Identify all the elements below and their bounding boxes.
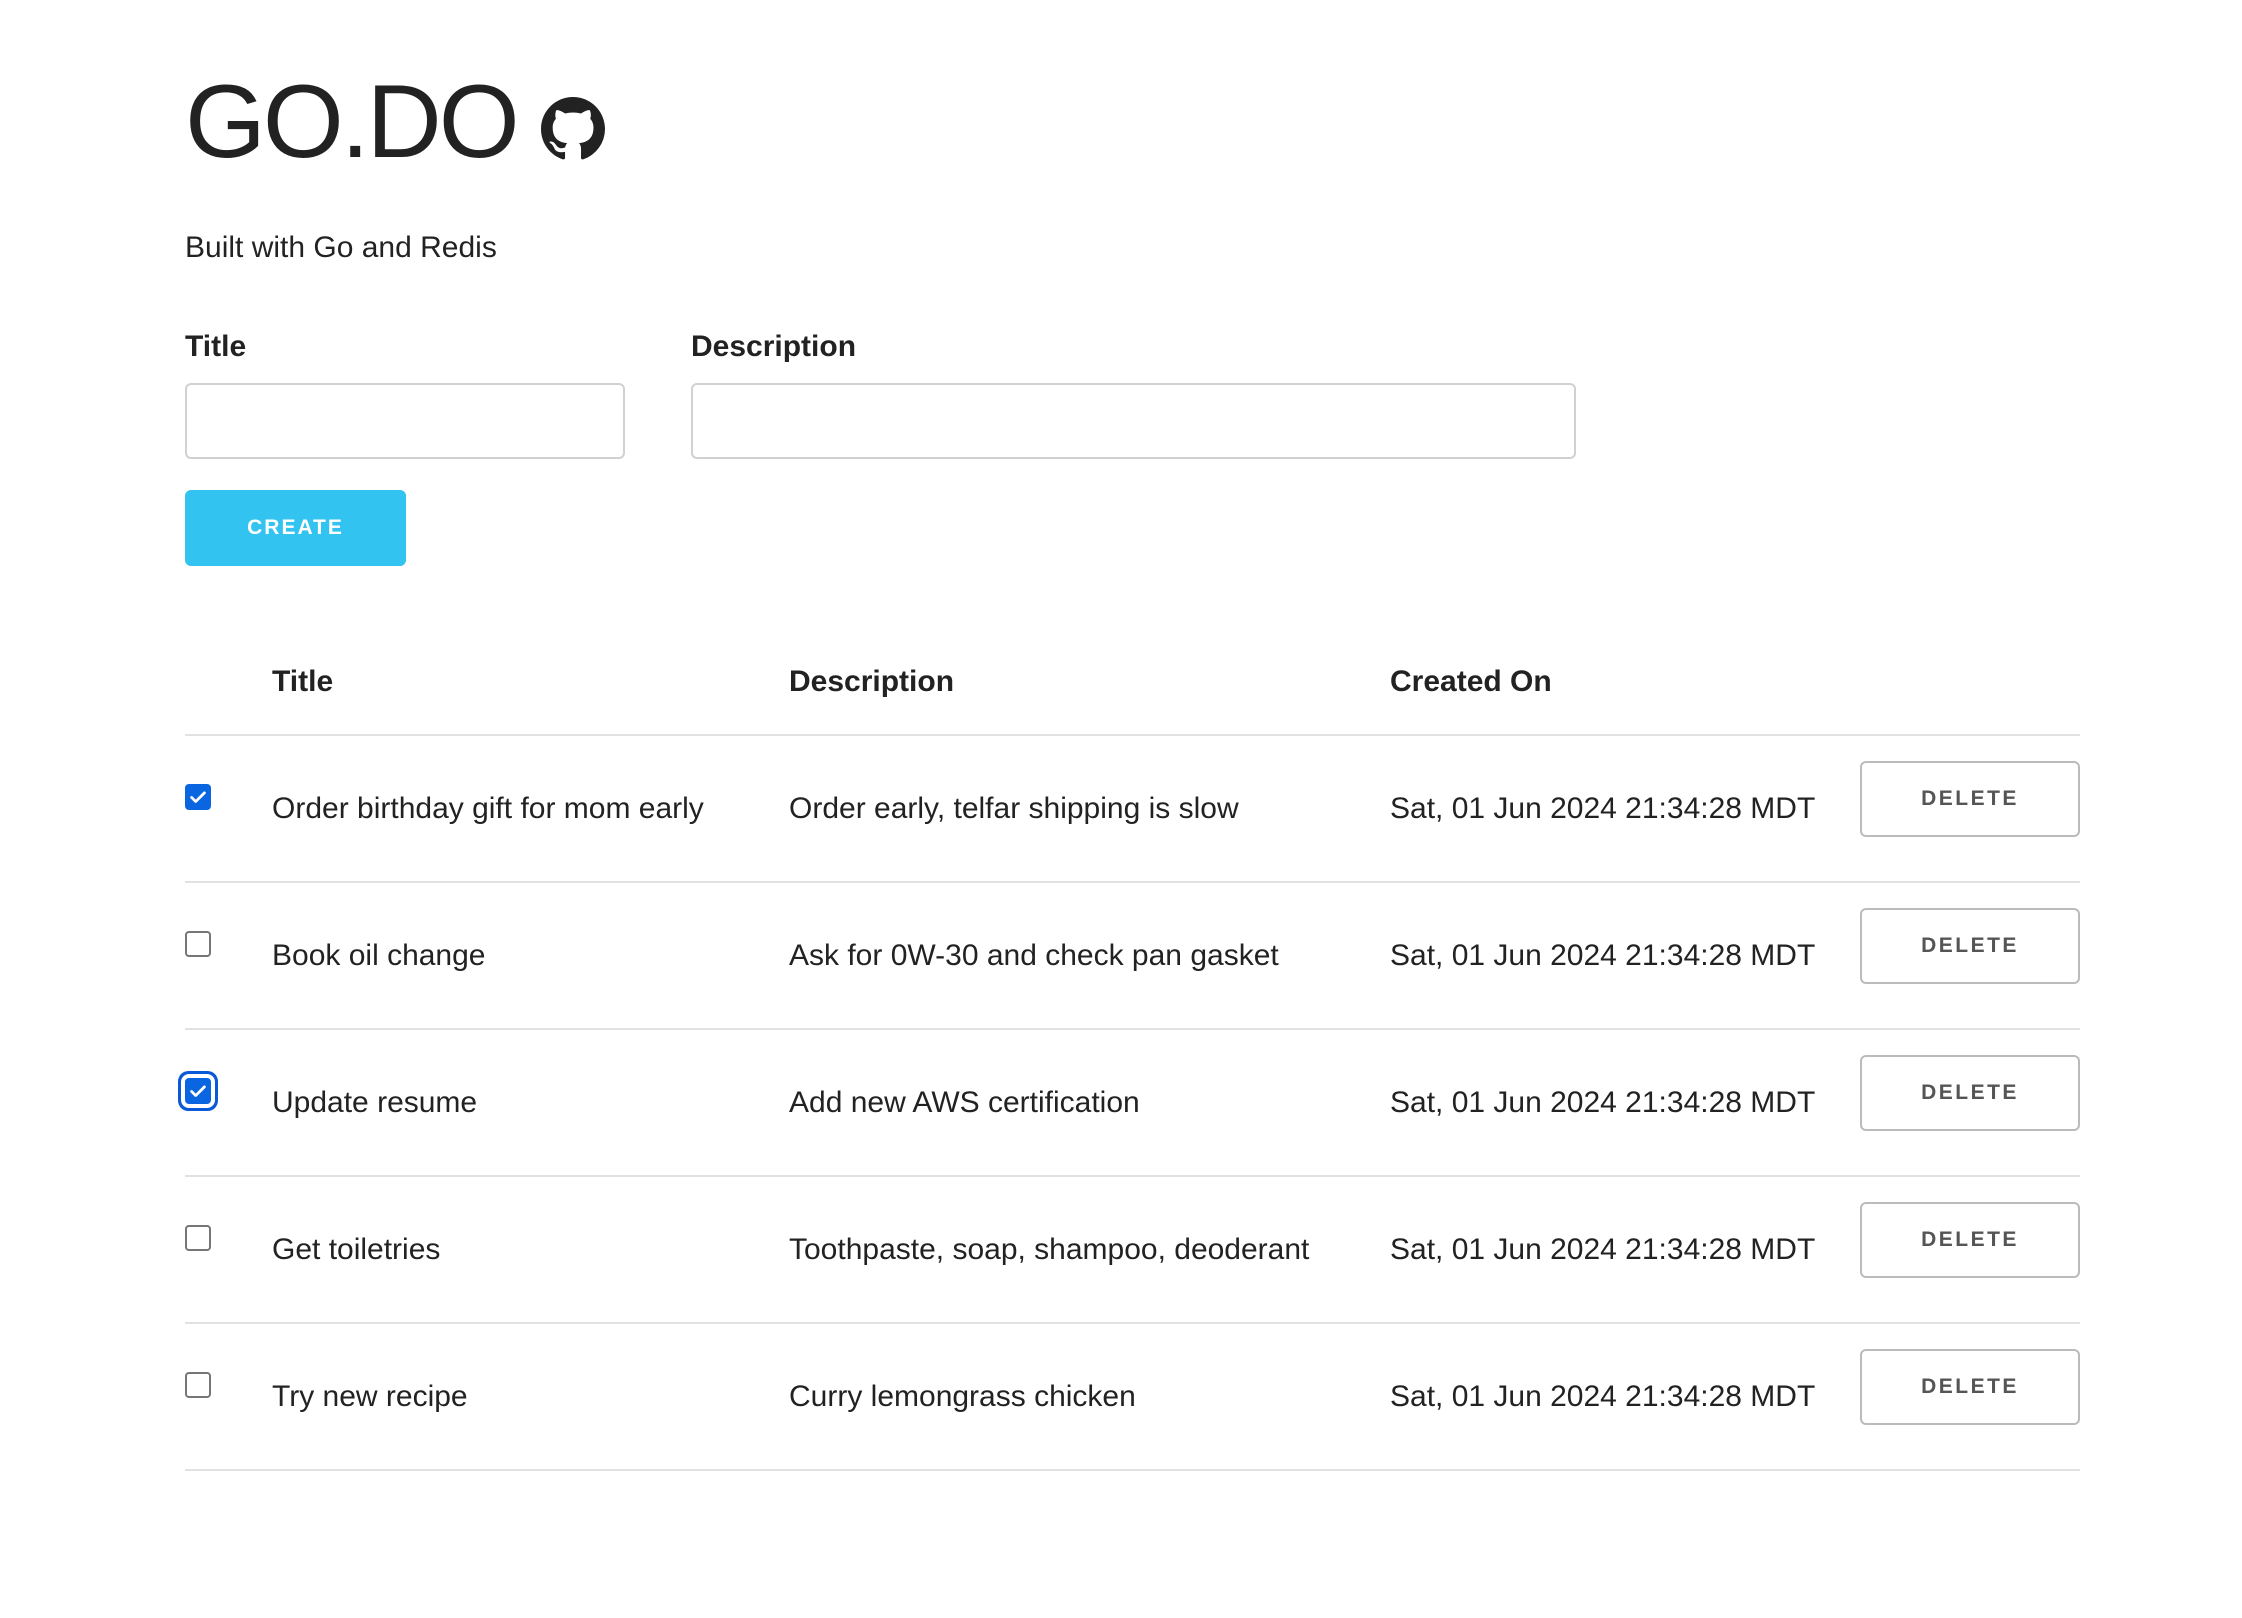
- todo-title: Order birthday gift for mom early: [272, 792, 704, 825]
- delete-button[interactable]: DELETE: [1860, 1055, 2080, 1131]
- column-header-description: Description: [789, 665, 955, 698]
- title-input[interactable]: [185, 383, 625, 459]
- todo-description: Ask for 0W-30 and check pan gasket: [789, 939, 1279, 972]
- todo-title: Book oil change: [272, 939, 486, 972]
- done-checkbox[interactable]: [185, 1078, 211, 1104]
- column-header-title: Title: [272, 665, 334, 698]
- app-title: GO.DO: [185, 64, 520, 180]
- todo-title: Get toiletries: [272, 1233, 441, 1266]
- done-checkbox[interactable]: [185, 1372, 211, 1398]
- delete-button[interactable]: DELETE: [1860, 1349, 2080, 1425]
- github-icon[interactable]: [540, 97, 605, 161]
- description-input[interactable]: [691, 383, 1576, 459]
- table-row: Get toiletries Toothpaste, soap, shampoo…: [185, 1177, 2080, 1324]
- todo-description: Add new AWS certification: [789, 1086, 1140, 1119]
- create-button[interactable]: CREATE: [185, 490, 406, 566]
- delete-button[interactable]: DELETE: [1860, 1202, 2080, 1278]
- todo-description: Curry lemongrass chicken: [789, 1380, 1136, 1413]
- app-header: GO.DO: [185, 70, 605, 174]
- table-header: Title Description Created On: [185, 655, 2080, 736]
- done-checkbox[interactable]: [185, 784, 211, 810]
- todo-title: Update resume: [272, 1086, 478, 1119]
- table-row: Try new recipe Curry lemongrass chicken …: [185, 1324, 2080, 1471]
- delete-button[interactable]: DELETE: [1860, 761, 2080, 837]
- todo-created-on: Sat, 01 Jun 2024 21:34:28 MDT: [1390, 1086, 1816, 1119]
- table-row: Update resume Add new AWS certification …: [185, 1030, 2080, 1177]
- checkmark-icon: [190, 1085, 206, 1097]
- todo-created-on: Sat, 01 Jun 2024 21:34:28 MDT: [1390, 1233, 1816, 1266]
- title-label: Title: [185, 330, 247, 363]
- todo-description: Order early, telfar shipping is slow: [789, 792, 1239, 825]
- column-header-created-on: Created On: [1390, 665, 1552, 698]
- todo-description: Toothpaste, soap, shampoo, deoderant: [789, 1233, 1310, 1266]
- delete-button[interactable]: DELETE: [1860, 908, 2080, 984]
- todo-created-on: Sat, 01 Jun 2024 21:34:28 MDT: [1390, 792, 1816, 825]
- todo-created-on: Sat, 01 Jun 2024 21:34:28 MDT: [1390, 1380, 1816, 1413]
- todo-title: Try new recipe: [272, 1380, 468, 1413]
- table-row: Book oil change Ask for 0W-30 and check …: [185, 883, 2080, 1030]
- done-checkbox[interactable]: [185, 1225, 211, 1251]
- todo-table: Title Description Created On Order birth…: [185, 655, 2080, 1471]
- checkmark-icon: [190, 791, 206, 803]
- table-row: Order birthday gift for mom early Order …: [185, 736, 2080, 883]
- todo-created-on: Sat, 01 Jun 2024 21:34:28 MDT: [1390, 939, 1816, 972]
- done-checkbox[interactable]: [185, 931, 211, 957]
- description-label: Description: [691, 330, 857, 363]
- app-subtitle: Built with Go and Redis: [185, 231, 497, 264]
